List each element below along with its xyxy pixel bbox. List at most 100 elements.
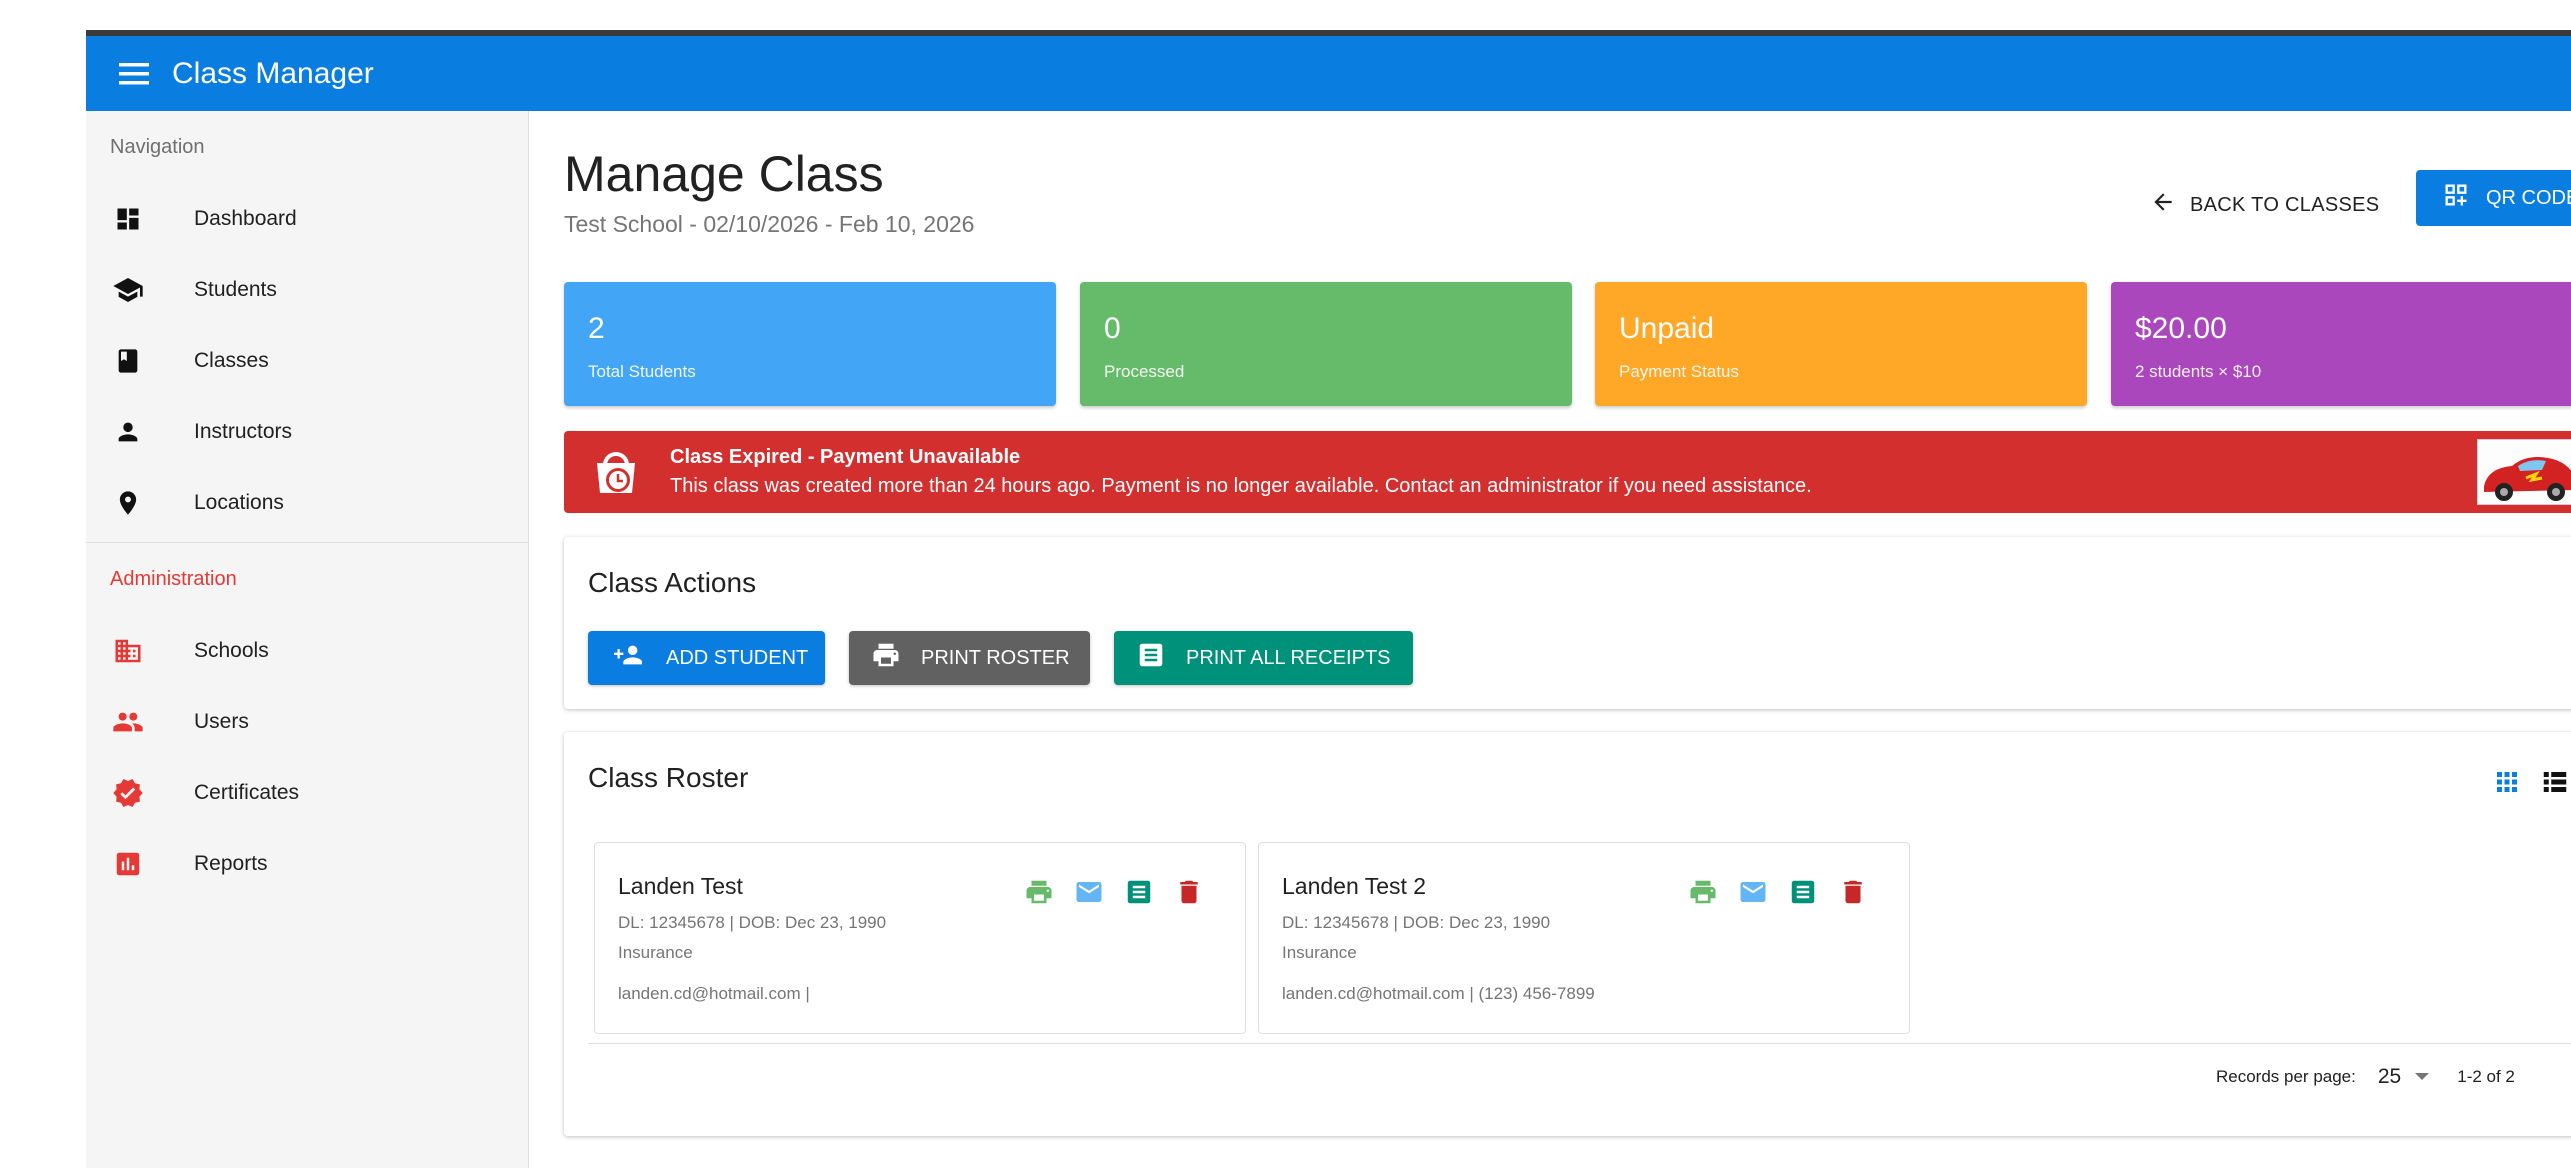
- qr-code-button[interactable]: QR CODE: [2416, 170, 2571, 226]
- verified-badge-icon: [110, 775, 146, 811]
- roster-footer-divider: [588, 1043, 2571, 1044]
- dashboard-icon: [110, 201, 146, 237]
- sidebar-item-label: Locations: [194, 490, 284, 514]
- dropdown-arrow-icon: [2413, 1067, 2431, 1087]
- records-per-page-select[interactable]: 25: [2378, 1065, 2431, 1089]
- stat-value: 2: [588, 312, 605, 345]
- main-content: Manage Class Test School - 02/10/2026 - …: [530, 111, 2571, 1168]
- stat-value: 0: [1104, 312, 1121, 345]
- expired-bag-clock-icon: [588, 444, 644, 500]
- sidebar-item-label: Instructors: [194, 419, 293, 443]
- printer-icon: [871, 640, 901, 676]
- bar-chart-icon: [110, 846, 146, 882]
- sidebar-item-certificates[interactable]: Certificates: [86, 757, 528, 828]
- nav-section-header: Navigation: [110, 135, 205, 158]
- back-to-classes-label: BACK TO CLASSES: [2190, 193, 2380, 216]
- receipt-icon[interactable]: [1786, 875, 1820, 909]
- app-bar: Class Manager: [86, 36, 2571, 111]
- people-icon: [110, 704, 146, 740]
- stat-card-processed: 0 Processed: [1080, 282, 1572, 406]
- student-details: DL: 12345678 | DOB: Dec 23, 1990: [618, 913, 887, 932]
- sidebar-item-reports[interactable]: Reports: [86, 828, 528, 899]
- stat-label: Total Students: [588, 362, 696, 381]
- back-to-classes-button[interactable]: BACK TO CLASSES: [2150, 177, 2379, 233]
- stat-value: $20.00: [2135, 312, 2227, 345]
- qr-code-label: QR CODE: [2486, 186, 2571, 209]
- sidebar-item-label: Schools: [194, 638, 269, 662]
- student-name: Landen Test: [618, 873, 743, 899]
- school-icon: [110, 272, 146, 308]
- print-all-receipts-button[interactable]: PRINT ALL RECEIPTS: [1114, 631, 1413, 685]
- print-icon[interactable]: [1022, 875, 1056, 909]
- qr-code-icon: [2442, 181, 2470, 215]
- person-add-icon: [610, 641, 646, 675]
- print-all-receipts-label: PRINT ALL RECEIPTS: [1186, 646, 1391, 669]
- building-icon: [110, 633, 146, 669]
- person-icon: [110, 414, 146, 450]
- sidebar-item-dashboard[interactable]: Dashboard: [86, 183, 528, 254]
- student-card[interactable]: Landen Test 2 DL: 12345678 | DOB: Dec 23…: [1258, 842, 1910, 1034]
- delete-icon[interactable]: [1836, 875, 1870, 909]
- receipt-icon[interactable]: [1122, 875, 1156, 909]
- alert-message: This class was created more than 24 hour…: [670, 475, 1812, 497]
- student-contact: landen.cd@hotmail.com |: [618, 984, 810, 1003]
- class-roster-title: Class Roster: [588, 762, 749, 793]
- sidebar-item-locations[interactable]: Locations: [86, 467, 528, 538]
- arrow-back-icon: [2150, 189, 2176, 221]
- records-per-page-label: Records per page:: [2216, 1067, 2356, 1086]
- class-expired-alert: Class Expired - Payment Unavailable This…: [564, 431, 2571, 513]
- sidebar-item-label: Students: [194, 277, 277, 301]
- sidebar-item-instructors[interactable]: Instructors: [86, 396, 528, 467]
- stat-label: Processed: [1104, 362, 1185, 381]
- student-contact: landen.cd@hotmail.com | (123) 456-7899: [1282, 984, 1595, 1003]
- email-icon[interactable]: [1736, 875, 1770, 909]
- sidebar-item-label: Users: [194, 709, 249, 733]
- sidebar-item-label: Classes: [194, 348, 269, 372]
- sidebar-item-classes[interactable]: Classes: [86, 325, 528, 396]
- app-title: Class Manager: [172, 56, 374, 90]
- car-thumbnail-image: [2477, 439, 2571, 505]
- admin-section-header: Administration: [110, 567, 237, 590]
- sidebar: Navigation Dashboard Students Classes In…: [86, 111, 529, 1168]
- page-subtitle: Test School - 02/10/2026 - Feb 10, 2026: [564, 211, 975, 237]
- class-roster-card: Class Roster Landen Test DL: 12345678 | …: [564, 732, 2571, 1136]
- sidebar-item-label: Certificates: [194, 780, 300, 804]
- print-roster-button[interactable]: PRINT ROSTER: [849, 631, 1090, 685]
- grid-view-icon[interactable]: [2492, 767, 2522, 802]
- stat-label: Payment Status: [1619, 362, 1740, 381]
- student-details: DL: 12345678 | DOB: Dec 23, 1990: [1282, 913, 1551, 932]
- book-icon: [110, 343, 146, 379]
- stat-card-total-amount: $20.00 2 students × $10: [2111, 282, 2571, 406]
- alert-title: Class Expired - Payment Unavailable: [670, 446, 1021, 468]
- email-icon[interactable]: [1072, 875, 1106, 909]
- sidebar-item-label: Reports: [194, 851, 268, 875]
- sidebar-item-users[interactable]: Users: [86, 686, 528, 757]
- list-view-icon[interactable]: [2540, 767, 2570, 802]
- pagination-range: 1-2 of 2: [2457, 1067, 2515, 1086]
- class-actions-title: Class Actions: [588, 567, 757, 598]
- sidebar-item-label: Dashboard: [194, 206, 297, 230]
- class-actions-card: Class Actions ADD STUDENT PRINT ROSTER P…: [564, 537, 2571, 709]
- receipt-icon: [1136, 640, 1166, 676]
- stat-card-total-students: 2 Total Students: [564, 282, 1056, 406]
- sidebar-item-schools[interactable]: Schools: [86, 615, 528, 686]
- add-student-label: ADD STUDENT: [666, 646, 809, 669]
- stat-card-payment-status: Unpaid Payment Status: [1595, 282, 2087, 406]
- sidebar-item-students[interactable]: Students: [86, 254, 528, 325]
- pagination: Records per page: 25 1-2 of 2: [2216, 1065, 2515, 1089]
- print-roster-label: PRINT ROSTER: [921, 646, 1070, 669]
- menu-icon[interactable]: [104, 36, 164, 111]
- student-type: Insurance: [618, 943, 693, 962]
- print-icon[interactable]: [1686, 875, 1720, 909]
- page-title: Manage Class: [564, 146, 884, 202]
- records-per-page-value: 25: [2377, 1065, 2402, 1088]
- stat-label: 2 students × $10: [2135, 362, 2262, 381]
- stat-value: Unpaid: [1619, 312, 1715, 345]
- add-student-button[interactable]: ADD STUDENT: [588, 631, 825, 685]
- student-card[interactable]: Landen Test DL: 12345678 | DOB: Dec 23, …: [594, 842, 1246, 1034]
- student-type: Insurance: [1282, 943, 1357, 962]
- location-pin-icon: [110, 485, 146, 521]
- delete-icon[interactable]: [1172, 875, 1206, 909]
- student-name: Landen Test 2: [1282, 873, 1427, 899]
- view-toggle: [2492, 767, 2570, 802]
